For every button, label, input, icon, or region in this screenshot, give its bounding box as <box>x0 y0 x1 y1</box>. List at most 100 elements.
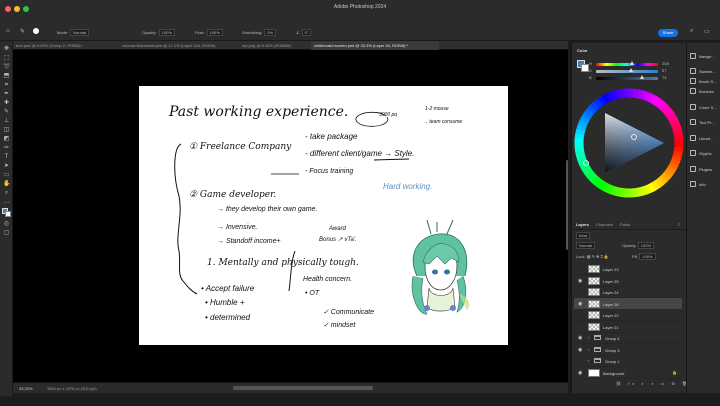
hue-slider-track[interactable] <box>596 63 658 66</box>
smoothing-input[interactable]: 0% <box>264 29 277 36</box>
layer-row[interactable]: Layer 24 <box>574 286 682 298</box>
quick-mask-icon[interactable]: ◎ <box>3 221 10 228</box>
brightness-slider-thumb[interactable] <box>639 75 644 79</box>
layer-row[interactable]: Layer 21 <box>574 321 682 333</box>
share-button[interactable]: Share <box>658 29 678 37</box>
mode-select[interactable]: Normal <box>70 29 90 36</box>
blend-mode-select[interactable]: Normal <box>576 242 595 249</box>
chevron-right-icon[interactable]: › <box>588 335 589 340</box>
fill-input[interactable]: 100% <box>639 253 656 260</box>
color-wheel[interactable] <box>572 85 687 215</box>
hand-tool-icon[interactable]: ✋ <box>3 181 10 188</box>
angle-input[interactable]: 0° <box>301 29 312 36</box>
tab-document-active[interactable]: whiteboard screen.psd @ 33.3% (Layer 26,… <box>311 41 439 50</box>
saturation-slider-track[interactable] <box>596 70 658 73</box>
chevron-right-icon[interactable]: › <box>588 347 589 352</box>
visibility-eye-icon[interactable]: ◉ <box>578 335 582 341</box>
mode-control[interactable]: Mode: Normal <box>57 29 90 36</box>
marquee-tool-icon[interactable]: ⬚ <box>3 55 10 62</box>
lasso-tool-icon[interactable]: ➰ <box>3 64 10 71</box>
layer-row[interactable]: › Group 1 <box>574 355 682 367</box>
document-canvas[interactable]: Past working experience. 3000 pq 1-2 mou… <box>139 86 508 345</box>
workspace-icon[interactable]: ▭ <box>704 28 710 35</box>
type-tool-icon[interactable]: T <box>3 154 10 161</box>
tab-document-2[interactable]: vobnna-flowmerial.psd @ 17.1% (Layer 144… <box>119 41 237 50</box>
layers-footer-actions[interactable]: ⛓ fx ◐ ◑ ▭ ⊕ 🗑 <box>616 381 690 386</box>
saturation-slider-value[interactable]: 57 <box>662 68 666 73</box>
opacity-control[interactable]: Opacity: 100% <box>142 29 175 36</box>
layer-row[interactable]: Layer 23 <box>574 263 682 275</box>
panel-plugins[interactable]: Plugins <box>689 165 720 175</box>
panel-tool-presets[interactable]: Tool Pr... <box>689 118 720 128</box>
background-color-swatch[interactable] <box>5 211 11 217</box>
gradient-tool-icon[interactable]: ◩ <box>3 136 10 143</box>
tab-layers[interactable]: Layers <box>576 222 589 227</box>
stamp-tool-icon[interactable]: ⊥ <box>3 118 10 125</box>
visibility-eye-icon[interactable]: ◉ <box>578 370 582 376</box>
visibility-eye-icon[interactable]: ◉ <box>578 301 582 307</box>
flow-input[interactable]: 100% <box>206 29 223 36</box>
home-icon[interactable]: ⌂ <box>6 28 10 34</box>
object-select-tool-icon[interactable]: ⬒ <box>3 73 10 80</box>
eyedropper-tool-icon[interactable]: ✒ <box>3 91 10 98</box>
zoom-level[interactable]: 33.33% <box>19 386 33 391</box>
canvas-area[interactable]: Past working experience. 3000 pq 1-2 mou… <box>13 50 568 383</box>
fill-control[interactable]: Fill: 100% <box>632 253 656 260</box>
saturation-slider[interactable]: S 57 <box>589 68 676 73</box>
tab-paths[interactable]: Paths <box>620 222 630 227</box>
document-info[interactable]: 3860 px x 2578 px (300 ppi) <box>47 386 97 391</box>
shape-tool-icon[interactable]: ▭ <box>3 172 10 179</box>
layer-row[interactable]: ◉ › Group 3 <box>574 344 682 356</box>
panel-navigator[interactable]: Navige... <box>689 52 720 62</box>
brightness-slider-value[interactable]: 74 <box>662 75 666 80</box>
panel-brushes[interactable]: Brushes <box>689 87 720 97</box>
hue-slider-thumb[interactable] <box>629 61 634 65</box>
search-icon[interactable]: ⌕ <box>690 28 693 35</box>
visibility-eye-icon[interactable]: ◉ <box>578 347 582 353</box>
brightness-slider-track[interactable] <box>596 77 658 80</box>
layer-row[interactable]: Layer 22 <box>574 309 682 321</box>
move-tool-icon[interactable]: ✥ <box>3 46 10 53</box>
zoom-tool-icon[interactable]: ⌕ <box>3 190 10 197</box>
layer-row[interactable]: ◉ › Group 4 <box>574 332 682 344</box>
visibility-eye-icon[interactable]: ◉ <box>578 278 582 284</box>
brightness-slider[interactable]: B 74 <box>589 75 676 80</box>
more-tools-icon[interactable]: … <box>3 199 10 206</box>
horizontal-scrollbar[interactable] <box>233 386 373 390</box>
smoothing-control[interactable]: Smoothing: 0% <box>242 29 277 36</box>
layer-filter-select[interactable]: Kind <box>576 232 591 239</box>
tab-document-1[interactable]: ture.psd @ 9.42% (Group 2, RGB/8) * <box>13 41 117 50</box>
brush-tool-icon[interactable]: ✎ <box>3 109 10 116</box>
healing-tool-icon[interactable]: ✚ <box>3 100 10 107</box>
hue-slider[interactable]: H 208 <box>589 61 676 66</box>
eraser-tool-icon[interactable]: ◫ <box>3 127 10 134</box>
flow-control[interactable]: Flow: 100% <box>195 29 223 36</box>
tab-channels[interactable]: Channels <box>596 222 613 227</box>
path-select-tool-icon[interactable]: ➤ <box>3 163 10 170</box>
lock-icons[interactable]: ▦ ✎ ✥ ⌗ 🔒 <box>587 254 609 259</box>
tab-document-3[interactable]: mp.png @ 8.33% (RGB/8#) <box>239 41 309 50</box>
pen-tool-icon[interactable]: ✑ <box>3 145 10 152</box>
angle-control[interactable]: ∠ 0° <box>296 29 312 36</box>
blend-mode-control[interactable]: Normal <box>576 242 595 249</box>
hue-slider-value[interactable]: 208 <box>662 61 669 66</box>
chevron-right-icon[interactable]: › <box>588 358 589 363</box>
brush-tool-icon[interactable]: ✎ <box>20 28 25 35</box>
screen-mode-icon[interactable]: ▢ <box>3 230 10 237</box>
brush-preset-picker[interactable] <box>33 28 39 35</box>
vertical-scrollbar[interactable] <box>566 160 568 250</box>
layer-row[interactable]: ◉ Layer 26 <box>574 297 682 310</box>
panel-swatches[interactable]: Swatch... <box>689 67 720 77</box>
layer-row[interactable]: ◉ Layer 25 <box>574 275 682 287</box>
panel-glyphs[interactable]: Glyphs <box>689 149 720 159</box>
layer-filter-kind[interactable]: Kind <box>576 232 591 239</box>
panel-brush-settings[interactable]: Brush S... <box>689 77 720 87</box>
saturation-slider-thumb[interactable] <box>629 68 634 72</box>
layer-opacity-control[interactable]: Opacity: 100% <box>622 242 655 249</box>
panel-libraries[interactable]: Librari... <box>689 134 720 144</box>
layer-opacity-input[interactable]: 100% <box>637 242 655 249</box>
color-panel-background-swatch[interactable] <box>581 64 589 72</box>
opacity-input[interactable]: 100% <box>158 29 175 36</box>
layer-row[interactable]: ◉ Background 🔒 <box>574 367 682 379</box>
panel-info[interactable]: Info <box>689 180 720 190</box>
